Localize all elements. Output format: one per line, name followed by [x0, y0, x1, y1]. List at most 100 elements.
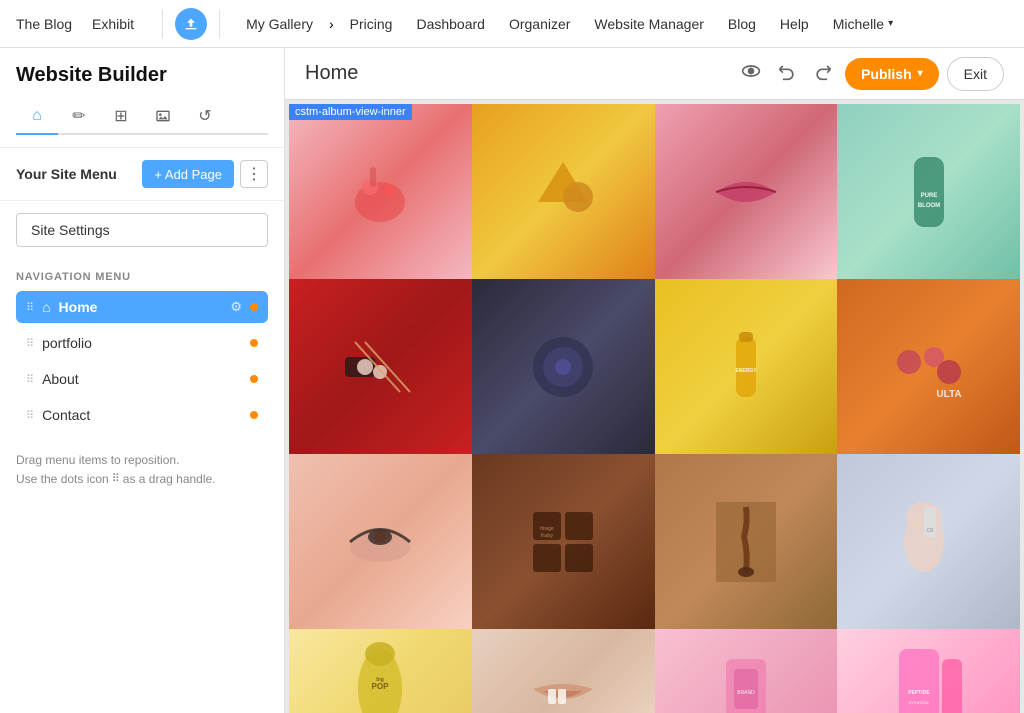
svg-text:PEPTIDE: PEPTIDE — [908, 690, 930, 696]
photo-cell-14[interactable] — [472, 629, 655, 713]
sidebar-icon-bar: ⌂ ✏ ⊞ ↺ — [16, 99, 268, 135]
svg-text:PURE: PURE — [920, 193, 937, 199]
photo-cell-16[interactable]: PEPTIDE SYS★STAL — [837, 629, 1020, 713]
pricing-link[interactable]: Pricing — [340, 10, 403, 38]
site-menu-actions: + Add Page ⋮ — [142, 160, 268, 188]
photo-cell-8[interactable]: ULTA — [837, 279, 1020, 454]
photo-cell-5[interactable] — [289, 279, 472, 454]
photo-cell-6[interactable] — [472, 279, 655, 454]
photo-grid-row-1: PURE BLOOM — [289, 104, 1020, 713]
home-tab-button[interactable]: ⌂ — [16, 99, 58, 135]
svg-text:ENERGY: ENERGY — [735, 368, 757, 374]
redo-button[interactable] — [809, 57, 837, 90]
upload-button[interactable] — [175, 8, 207, 40]
undo-button[interactable] — [773, 57, 801, 90]
the-blog-link[interactable]: The Blog — [16, 16, 72, 32]
brush-tab-button[interactable]: ✏ — [58, 99, 100, 135]
history-tab-button[interactable]: ↺ — [184, 99, 226, 135]
organizer-link[interactable]: Organizer — [499, 10, 580, 38]
svg-text:POP: POP — [372, 682, 390, 691]
home-status-dot — [250, 303, 258, 311]
nav-item-about[interactable]: ⠿ About — [16, 363, 268, 395]
album-label: cstm-album-view-inner — [289, 104, 412, 120]
nav-menu-title: NAVIGATION MENU — [16, 271, 268, 283]
chevron-down-icon: ▾ — [888, 18, 893, 29]
svg-text:SYS★STAL: SYS★STAL — [908, 700, 930, 705]
top-navigation: The Blog Exhibit My Gallery › Pricing Da… — [0, 0, 1024, 48]
portfolio-status-dot — [250, 339, 258, 347]
main-content: Home — [285, 48, 1024, 713]
builder-toolbar: Home — [285, 48, 1024, 100]
site-menu-row: Your Site Menu + Add Page ⋮ — [16, 160, 268, 188]
page-title: Home — [305, 62, 725, 85]
toolbar-actions: Publish ▾ Exit — [737, 57, 1004, 91]
nav-item-home-label: Home — [59, 299, 223, 315]
svg-text:finage: finage — [540, 526, 554, 532]
nav-item-home[interactable]: ⠿ ⌂ Home ⚙ — [16, 291, 268, 323]
website-manager-link[interactable]: Website Manager — [584, 10, 713, 38]
nav-item-contact-label: Contact — [42, 407, 242, 423]
help-link[interactable]: Help — [770, 10, 819, 38]
site-menu-section: Your Site Menu + Add Page ⋮ — [0, 148, 284, 201]
nav-sep: › — [329, 16, 334, 32]
site-settings-button[interactable]: Site Settings — [16, 213, 268, 247]
site-menu-label: Your Site Menu — [16, 166, 117, 182]
exit-button[interactable]: Exit — [947, 57, 1004, 91]
photo-cell-7[interactable]: ENERGY — [655, 279, 838, 454]
sidebar: Website Builder ⌂ ✏ ⊞ ↺ Your Site Menu — [0, 48, 285, 713]
photo-cell-1[interactable] — [289, 104, 472, 279]
nav-menu-section: NAVIGATION MENU ⠿ ⌂ Home ⚙ ⠿ portfolio ⠿… — [0, 259, 284, 435]
contact-status-dot — [250, 411, 258, 419]
michelle-dropdown[interactable]: Michelle ▾ — [823, 10, 903, 38]
drag-handle-hint: Use the dots icon ⠿ as a drag handle. — [16, 470, 268, 489]
dashboard-link[interactable]: Dashboard — [406, 10, 495, 38]
drag-handle-icon: ⠿ — [26, 337, 34, 350]
svg-text:BRAND: BRAND — [737, 690, 755, 696]
image-tab-button[interactable] — [142, 99, 184, 135]
canvas-inner: cstm-album-view-inner — [289, 104, 1020, 713]
photo-cell-10[interactable]: finage fraisy — [472, 454, 655, 629]
photo-cell-9[interactable] — [289, 454, 472, 629]
dots-icon: ⠿ — [112, 471, 120, 489]
photo-cell-11[interactable] — [655, 454, 838, 629]
drag-handle-icon: ⠿ — [26, 373, 34, 386]
svg-text:fraisy: fraisy — [541, 533, 553, 539]
nav-item-portfolio[interactable]: ⠿ portfolio — [16, 327, 268, 359]
svg-text:BLOOM: BLOOM — [917, 203, 939, 209]
nav-divider — [162, 10, 163, 38]
nav-divider-2 — [219, 10, 220, 38]
blog-link[interactable]: Blog — [718, 10, 766, 38]
photo-cell-12[interactable]: CB — [837, 454, 1020, 629]
drag-handle-icon: ⠿ — [26, 409, 34, 422]
photo-cell-15[interactable]: BRAND — [655, 629, 838, 713]
top-nav-left: The Blog Exhibit — [16, 16, 134, 32]
sidebar-footer: Drag menu items to reposition. Use the d… — [0, 435, 284, 505]
add-page-button[interactable]: + Add Page — [142, 160, 234, 188]
nav-item-contact[interactable]: ⠿ Contact — [16, 399, 268, 431]
exhibit-link[interactable]: Exhibit — [92, 16, 134, 32]
my-gallery-link[interactable]: My Gallery — [236, 10, 323, 38]
photo-cell-13[interactable]: big POP — [289, 629, 472, 713]
more-options-button[interactable]: ⋮ — [240, 160, 268, 188]
gear-icon[interactable]: ⚙ — [230, 299, 242, 315]
preview-button[interactable] — [737, 57, 765, 90]
grid-tab-button[interactable]: ⊞ — [100, 99, 142, 135]
nav-item-portfolio-label: portfolio — [42, 335, 242, 351]
canvas-area[interactable]: cstm-album-view-inner — [285, 100, 1024, 713]
photo-cell-2[interactable] — [472, 104, 655, 279]
about-status-dot — [250, 375, 258, 383]
builder-wrapper: Website Builder ⌂ ✏ ⊞ ↺ Your Site Menu — [0, 48, 1024, 713]
photo-cell-4[interactable]: PURE BLOOM — [837, 104, 1020, 279]
sidebar-title: Website Builder — [16, 64, 268, 87]
publish-chevron-icon: ▾ — [918, 68, 923, 79]
publish-button[interactable]: Publish ▾ — [845, 58, 939, 90]
svg-text:ULTA: ULTA — [936, 389, 961, 400]
drag-handle-icon: ⠿ — [26, 301, 34, 314]
sidebar-header: Website Builder ⌂ ✏ ⊞ ↺ — [0, 48, 284, 148]
top-nav-right: My Gallery › Pricing Dashboard Organizer… — [236, 10, 903, 38]
drag-hint: Drag menu items to reposition. — [16, 451, 268, 470]
photo-cell-3[interactable] — [655, 104, 838, 279]
home-page-icon: ⌂ — [42, 299, 50, 315]
nav-item-about-label: About — [42, 371, 242, 387]
svg-text:CB: CB — [926, 528, 934, 534]
